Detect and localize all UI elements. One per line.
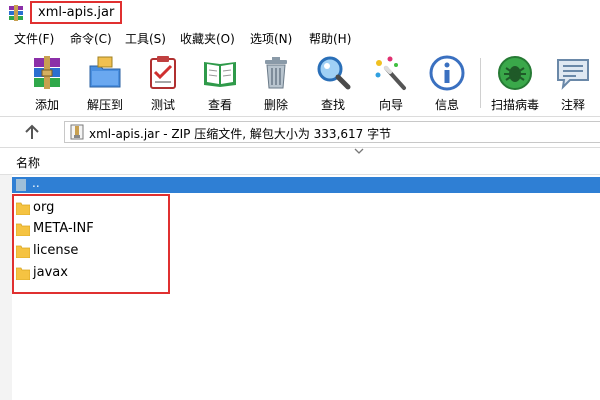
test-label: 测试	[150, 98, 175, 112]
delete-button[interactable]: 删除	[249, 52, 303, 114]
column-header[interactable]: 名称	[0, 148, 600, 175]
address-bar: xml-apis.jar - ZIP 压缩文件, 解包大小为 333,617 字…	[0, 117, 600, 148]
menu-help[interactable]: 帮助(H)	[309, 30, 351, 47]
scan-virus-button[interactable]: 扫描病毒	[488, 52, 542, 114]
view-icon	[204, 62, 236, 87]
parent-directory-row[interactable]: ..	[12, 176, 600, 193]
menu-tools[interactable]: 工具(S)	[125, 30, 166, 47]
menu-file[interactable]: 文件(F)	[14, 30, 54, 47]
archive-file-icon	[70, 124, 84, 140]
info-button[interactable]: 信息	[420, 52, 474, 114]
wizard-button[interactable]: 向导	[364, 52, 418, 114]
menu-options[interactable]: 选项(N)	[250, 30, 292, 47]
window-title: xml-apis.jar	[30, 1, 123, 24]
view-button[interactable]: 查看	[193, 52, 247, 114]
comment-icon	[557, 59, 589, 90]
view-label: 查看	[207, 98, 232, 112]
winrar-app-icon	[9, 5, 23, 21]
delete-label: 删除	[263, 98, 288, 112]
comment-label: 注释	[560, 98, 585, 112]
annotation-highlight-box	[12, 194, 170, 294]
find-button[interactable]: 查找	[306, 52, 360, 114]
find-icon	[317, 56, 351, 90]
add-label: 添加	[34, 98, 59, 112]
wizard-label: 向导	[378, 98, 403, 112]
menu-bar: 文件(F) 命令(C) 工具(S) 收藏夹(O) 选项(N) 帮助(H)	[0, 28, 600, 48]
parent-directory-label: ..	[32, 176, 40, 190]
test-button[interactable]: 测试	[136, 52, 190, 114]
add-button[interactable]: 添加	[20, 52, 74, 114]
column-name[interactable]: 名称	[16, 154, 40, 171]
add-archive-icon	[34, 56, 60, 89]
menu-commands[interactable]: 命令(C)	[70, 30, 112, 47]
scan-virus-icon	[498, 56, 532, 90]
list-gutter	[0, 175, 12, 400]
comment-button[interactable]: 注释	[546, 52, 600, 114]
extract-to-label: 解压到	[86, 98, 123, 112]
scan-virus-label: 扫描病毒	[490, 98, 539, 112]
toolbar-separator	[480, 58, 481, 108]
address-text: xml-apis.jar - ZIP 压缩文件, 解包大小为 333,617 字…	[89, 127, 392, 141]
info-icon	[429, 55, 465, 91]
test-icon	[150, 56, 176, 89]
toolbar: 添加 解压到 测试 查看 删除 查找 向导 信息 扫描病毒 注释	[0, 48, 600, 117]
parent-folder-icon	[16, 179, 26, 191]
extract-to-button[interactable]: 解压到	[78, 52, 132, 114]
info-label: 信息	[434, 98, 459, 112]
find-label: 查找	[320, 98, 345, 112]
extract-to-icon	[89, 56, 121, 88]
up-arrow-icon[interactable]	[22, 123, 42, 141]
sort-chevron-icon[interactable]	[353, 148, 365, 156]
address-field[interactable]: xml-apis.jar - ZIP 压缩文件, 解包大小为 333,617 字…	[64, 121, 600, 143]
wizard-icon	[375, 56, 406, 90]
title-bar: xml-apis.jar	[0, 0, 600, 28]
menu-favorites[interactable]: 收藏夹(O)	[180, 30, 235, 47]
delete-icon	[265, 57, 287, 89]
